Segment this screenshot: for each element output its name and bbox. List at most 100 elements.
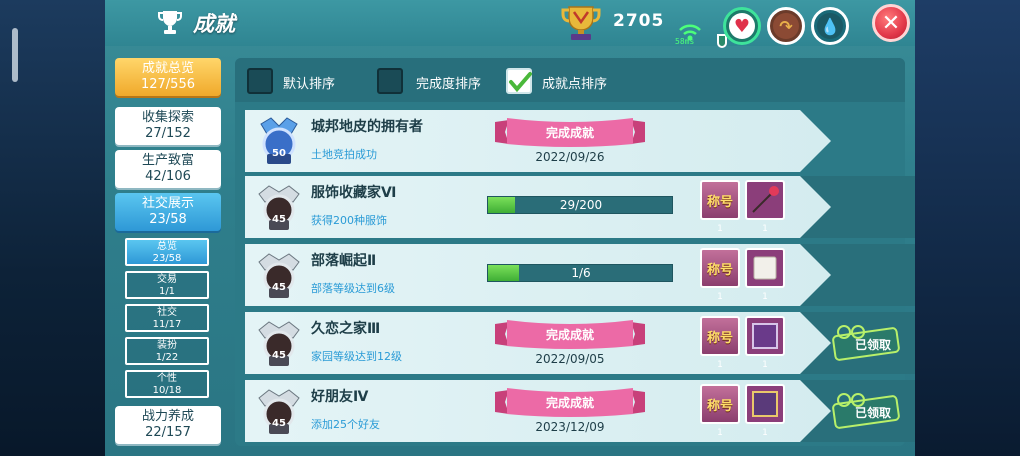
close-button[interactable]: ✕ xyxy=(872,4,910,42)
category-combat[interactable]: 战力养成 22/157 xyxy=(115,406,221,444)
close-icon: ✕ xyxy=(881,10,901,36)
achievement-name: 城邦地皮的拥有者 xyxy=(311,119,423,135)
achievement-name: 好朋友Ⅳ xyxy=(311,389,369,405)
water-drop-icon: 💧 xyxy=(817,13,843,39)
category-label: 收集探索 xyxy=(141,110,194,125)
achievement-row[interactable]: 50 城邦地皮的拥有者 土地竞拍成功 完成成就 2022/09/26 xyxy=(245,110,831,172)
subcategory-count: 10/18 xyxy=(152,385,182,396)
card-reward-icon[interactable] xyxy=(745,248,785,288)
subcategory-count: 11/17 xyxy=(152,319,182,330)
ping-readout: 58ms xyxy=(675,37,695,46)
subcategory-overview[interactable]: 总览 23/58 xyxy=(125,238,209,266)
reward-count: 1 xyxy=(762,428,768,438)
category-count: 22/157 xyxy=(145,425,191,440)
completed-label: 完成成就 xyxy=(545,328,594,342)
food-icon: ↷ xyxy=(773,13,799,39)
achievement-row[interactable]: 45 好朋友Ⅳ 添加25个好友 完成成就 2023/12/09 称号 1 1 已… xyxy=(245,380,915,442)
reward-count: 1 xyxy=(762,360,768,370)
achievement-desc: 家园等级达到12级 xyxy=(311,350,402,363)
water-status-button[interactable]: 💧 xyxy=(811,7,849,45)
checkmark-icon xyxy=(509,72,532,93)
heart-status-button[interactable]: ♥ xyxy=(723,7,761,45)
rose-reward-icon[interactable] xyxy=(745,180,785,220)
sort-points-label: 成就点排序 xyxy=(542,77,608,92)
completed-date: 2022/09/26 xyxy=(535,150,605,164)
title-reward[interactable]: 称号 xyxy=(700,248,740,288)
achievement-row[interactable]: 45 服饰收藏家Ⅵ 获得200种服饰 29/200 称号 1 1 xyxy=(245,176,915,238)
progress-text: 1/6 xyxy=(571,266,591,280)
progress-text: 29/200 xyxy=(559,198,603,212)
frame-reward-icon[interactable] xyxy=(745,316,785,356)
header-bar: 成就 2705 58ms ♥ ↷ 💧 ✕ xyxy=(105,0,915,48)
claimed-label: 已领取 xyxy=(855,406,892,420)
claimed-label: 已领取 xyxy=(855,338,892,352)
medal-level: 45 xyxy=(272,350,286,361)
title-reward-label: 称号 xyxy=(706,262,733,278)
sort-default-checkbox[interactable] xyxy=(247,68,273,94)
title-reward[interactable]: 称号 xyxy=(700,180,740,220)
title-reward-label: 称号 xyxy=(706,194,733,210)
achievement-list-container: 默认排序 完成度排序 成就点排序 50 城邦地皮的拥有者 土地竞拍成功 完成成就… xyxy=(235,58,915,446)
sort-points-checkbox[interactable] xyxy=(506,68,532,94)
hunger-status-button[interactable]: ↷ xyxy=(767,7,805,45)
achievement-desc: 添加25个好友 xyxy=(311,418,380,431)
reward-count: 1 xyxy=(717,224,723,234)
achievement-name: 服饰收藏家Ⅵ xyxy=(311,185,397,201)
reward-count: 1 xyxy=(717,292,723,302)
subcategory-trade[interactable]: 交易 1/1 xyxy=(125,271,209,299)
page-title: 成就 xyxy=(193,12,235,36)
achievement-row[interactable]: 45 久恋之家Ⅲ 家园等级达到12级 完成成就 2022/09/05 称号 1 … xyxy=(245,312,915,374)
title-reward[interactable]: 称号 xyxy=(700,384,740,424)
subcategory-count: 1/1 xyxy=(158,286,176,297)
gold-trophy-icon xyxy=(561,6,601,40)
category-count: 127/556 xyxy=(140,77,195,92)
title-reward-label: 称号 xyxy=(706,330,733,346)
subcategory-label: 个性 xyxy=(157,373,177,384)
completed-label: 完成成就 xyxy=(545,396,594,410)
reward-count: 1 xyxy=(717,360,723,370)
category-label: 社交展示 xyxy=(141,196,194,211)
subcategory-label: 交易 xyxy=(157,274,177,285)
category-social[interactable]: 社交展示 23/58 xyxy=(115,193,221,231)
reward-count: 1 xyxy=(762,292,768,302)
category-collection[interactable]: 收集探索 27/152 xyxy=(115,107,221,145)
sort-default-label: 默认排序 xyxy=(283,77,336,92)
right-background xyxy=(910,0,1020,456)
category-production[interactable]: 生产致富 42/106 xyxy=(115,150,221,188)
sort-bar: 默认排序 完成度排序 成就点排序 xyxy=(235,58,905,102)
achievement-desc: 部落等级达到6级 xyxy=(311,282,395,295)
achievement-row[interactable]: 45 部落崛起Ⅱ 部落等级达到6级 1/6 称号 1 1 xyxy=(245,244,915,306)
side-handle[interactable] xyxy=(12,28,18,82)
achievement-name: 久恋之家Ⅲ xyxy=(311,321,381,337)
achievement-points: 2705 xyxy=(613,11,665,31)
subcategory-social[interactable]: 社交 11/17 xyxy=(125,304,209,332)
achievement-panel: 成就 2705 58ms ♥ ↷ 💧 ✕ 成就总览 127/556 收集探索 2… xyxy=(105,0,915,456)
medal-level: 45 xyxy=(272,282,286,293)
subcategory-label: 总览 xyxy=(157,241,177,252)
achievement-desc: 土地竞拍成功 xyxy=(311,148,377,161)
medal-level: 50 xyxy=(272,148,286,159)
category-count: 23/58 xyxy=(149,212,187,227)
medal-level: 45 xyxy=(272,418,286,429)
category-label: 生产致富 xyxy=(141,153,194,168)
subcategory-dressup[interactable]: 装扮 1/22 xyxy=(125,337,209,365)
category-count: 27/152 xyxy=(145,126,191,141)
category-count: 42/106 xyxy=(145,169,191,184)
category-label: 成就总览 xyxy=(141,61,194,76)
progress-bar: 1/6 xyxy=(487,264,673,282)
completed-date: 2022/09/05 xyxy=(535,352,605,366)
subcategory-count: 1/22 xyxy=(155,352,179,363)
category-label: 战力养成 xyxy=(141,409,194,424)
sort-completion-checkbox[interactable] xyxy=(377,68,403,94)
title-reward[interactable]: 称号 xyxy=(700,316,740,356)
reward-count: 1 xyxy=(762,224,768,234)
category-overview[interactable]: 成就总览 127/556 xyxy=(115,58,221,96)
completed-label: 完成成就 xyxy=(545,126,594,140)
subcategory-count: 23/58 xyxy=(152,253,182,264)
sort-completion-label: 完成度排序 xyxy=(416,77,482,92)
completed-date: 2023/12/09 xyxy=(535,420,605,434)
frame-reward-icon[interactable] xyxy=(745,384,785,424)
heart-icon: ♥ xyxy=(729,13,755,39)
subcategory-personality[interactable]: 个性 10/18 xyxy=(125,370,209,398)
achievement-name: 部落崛起Ⅱ xyxy=(311,253,377,269)
